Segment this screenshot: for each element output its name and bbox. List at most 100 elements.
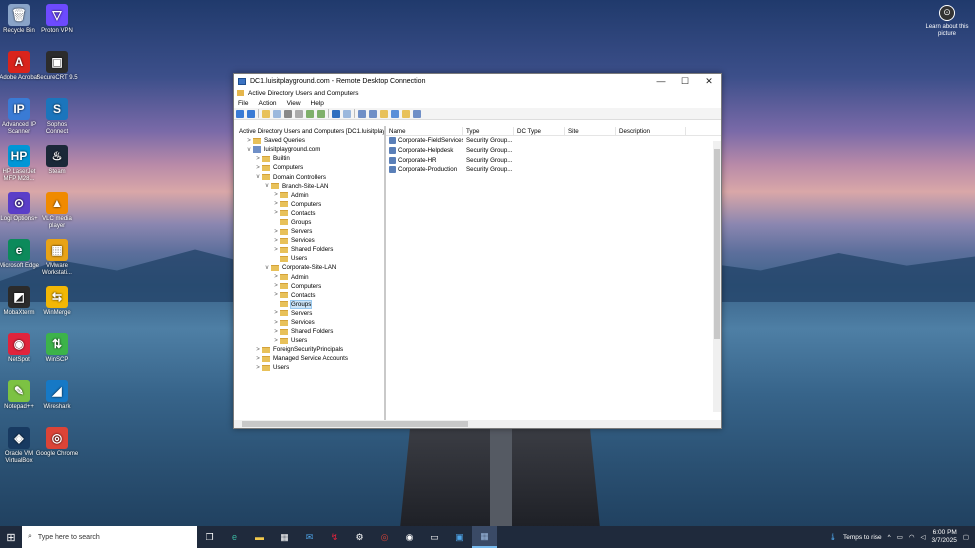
windows-start-icon[interactable]: ⊞ (0, 526, 22, 548)
rdp-window[interactable]: DC1.luisitplayground.com - Remote Deskto… (233, 73, 722, 429)
tree-node[interactable]: v luisitplayground.com (234, 145, 384, 154)
tree-node[interactable]: v Domain Controllers (234, 172, 384, 181)
expand-toggle[interactable]: > (272, 238, 280, 244)
settings-icon[interactable]: ⚙ (347, 526, 372, 548)
menu-action[interactable]: Action (258, 100, 276, 107)
new-user-icon[interactable] (358, 109, 366, 118)
network-tool-icon[interactable]: ↯ (322, 526, 347, 548)
desktop-icon[interactable]: ⇆ WinMerge (35, 286, 79, 317)
tree-node[interactable]: > Builtin (234, 154, 384, 163)
expand-toggle[interactable]: > (245, 138, 253, 144)
chevron-up-icon[interactable]: ^ (888, 534, 891, 541)
list-item[interactable]: Corporate-Production Security Group... (386, 165, 721, 175)
tree-node[interactable]: > Computers (234, 282, 384, 291)
tree-node[interactable]: > Users (234, 336, 384, 345)
mail-icon[interactable]: ✉ (297, 526, 322, 548)
tree-node[interactable]: Groups (234, 299, 384, 309)
tree-node[interactable]: > Servers (234, 309, 384, 318)
refresh-icon[interactable] (306, 109, 314, 118)
expand-toggle[interactable]: > (254, 165, 262, 171)
expand-toggle[interactable]: > (272, 229, 280, 235)
menu-view[interactable]: View (287, 100, 301, 107)
desktop-icon[interactable]: ◎ Google Chrome (35, 427, 79, 458)
desktop-icon[interactable]: ▣ SecureCRT 9.5 (35, 51, 79, 82)
tree-node[interactable]: > Contacts (234, 209, 384, 218)
details-pane[interactable]: Name Type DC Type Site Description Corpo… (386, 126, 721, 420)
tree-node[interactable]: Active Directory Users and Computers [DC… (234, 127, 384, 136)
store-icon[interactable]: ▦ (272, 526, 297, 548)
task-view-icon[interactable]: ❐ (197, 526, 222, 548)
close-button[interactable]: ✕ (697, 76, 721, 87)
expand-toggle[interactable]: > (272, 210, 280, 216)
horizontal-scrollbar[interactable] (234, 420, 721, 428)
expand-toggle[interactable]: v (254, 174, 262, 180)
maximize-button[interactable]: ☐ (673, 76, 697, 87)
export-icon[interactable] (317, 109, 325, 118)
expand-toggle[interactable]: v (263, 183, 271, 189)
remote-desktop-icon[interactable]: ▣ (447, 526, 472, 548)
file-explorer-icon[interactable]: ▬ (247, 526, 272, 548)
chrome-icon[interactable]: ◎ (372, 526, 397, 548)
notification-icon[interactable]: ▢ (963, 533, 969, 541)
list-item[interactable]: Corporate-FieldServices Security Group... (386, 136, 721, 146)
expand-toggle[interactable]: v (263, 265, 271, 271)
battery-icon[interactable]: ▭ (897, 533, 903, 541)
expand-toggle[interactable]: > (272, 338, 280, 344)
new-ou-icon[interactable] (380, 109, 388, 118)
expand-toggle[interactable]: > (272, 310, 280, 316)
show-tree-icon[interactable] (273, 109, 281, 118)
col-site[interactable]: Site (565, 126, 616, 136)
tree-node[interactable]: > Admin (234, 191, 384, 200)
find-icon[interactable] (402, 109, 410, 118)
col-name[interactable]: Name (386, 126, 463, 136)
desktop-icon[interactable]: ▽ Proton VPN (35, 4, 79, 35)
col-dctype[interactable]: DC Type (514, 126, 565, 136)
console-tree[interactable]: Active Directory Users and Computers [DC… (234, 126, 386, 420)
expand-toggle[interactable]: > (272, 274, 280, 280)
desktop-icon[interactable]: ⇅ WinSCP (35, 333, 79, 364)
minimize-button[interactable]: — (649, 76, 673, 87)
edge-icon[interactable]: e (222, 526, 247, 548)
tree-node[interactable]: > Shared Folders (234, 327, 384, 336)
weather-text[interactable]: Temps to rise (843, 534, 882, 541)
expand-toggle[interactable]: v (245, 147, 253, 153)
window-titlebar[interactable]: DC1.luisitplayground.com - Remote Deskto… (234, 74, 721, 88)
tree-node[interactable]: > Managed Service Accounts (234, 354, 384, 363)
aduc-taskbar-icon[interactable]: ▦ (472, 526, 497, 548)
tree-node[interactable]: > Shared Folders (234, 245, 384, 254)
menu-file[interactable]: File (238, 100, 248, 107)
expand-toggle[interactable]: > (272, 329, 280, 335)
expand-toggle[interactable]: > (254, 365, 262, 371)
filter-icon[interactable] (391, 109, 399, 118)
forward-icon[interactable] (247, 109, 255, 118)
tree-node[interactable]: > Saved Queries (234, 136, 384, 145)
search-box[interactable]: ⌕ Type here to search (22, 526, 197, 548)
col-description[interactable]: Description (616, 126, 686, 136)
tree-node[interactable]: v Branch-Site-LAN (234, 182, 384, 191)
view-icon[interactable] (343, 109, 351, 118)
menu-help[interactable]: Help (311, 100, 324, 107)
desktop-icon[interactable]: ♨ Steam (35, 145, 79, 176)
desktop-icon[interactable]: ◢ Wireshark (35, 380, 79, 411)
vertical-scrollbar[interactable] (713, 141, 721, 412)
expand-toggle[interactable]: > (272, 247, 280, 253)
expand-toggle[interactable]: > (272, 201, 280, 207)
expand-toggle[interactable]: > (254, 356, 262, 362)
app-icon[interactable]: ◉ (397, 526, 422, 548)
tree-node[interactable]: v Corporate-Site-LAN (234, 263, 384, 272)
delete-icon[interactable] (284, 109, 292, 118)
volume-icon[interactable]: ◁ (921, 533, 926, 541)
wifi-icon[interactable]: ◠ (909, 533, 915, 541)
help-icon[interactable] (332, 109, 340, 118)
expand-toggle[interactable]: > (272, 192, 280, 198)
tree-node[interactable]: > Services (234, 236, 384, 245)
expand-toggle[interactable]: > (254, 347, 262, 353)
desktop-icon[interactable]: ▦ VMware Workstati... (35, 239, 79, 277)
properties-icon[interactable] (295, 109, 303, 118)
tree-node[interactable]: > Servers (234, 227, 384, 236)
tree-node[interactable]: Users (234, 254, 384, 263)
back-icon[interactable] (236, 109, 244, 118)
col-type[interactable]: Type (463, 126, 514, 136)
tree-node[interactable]: Groups (234, 218, 384, 227)
tree-node[interactable]: > Admin (234, 273, 384, 282)
